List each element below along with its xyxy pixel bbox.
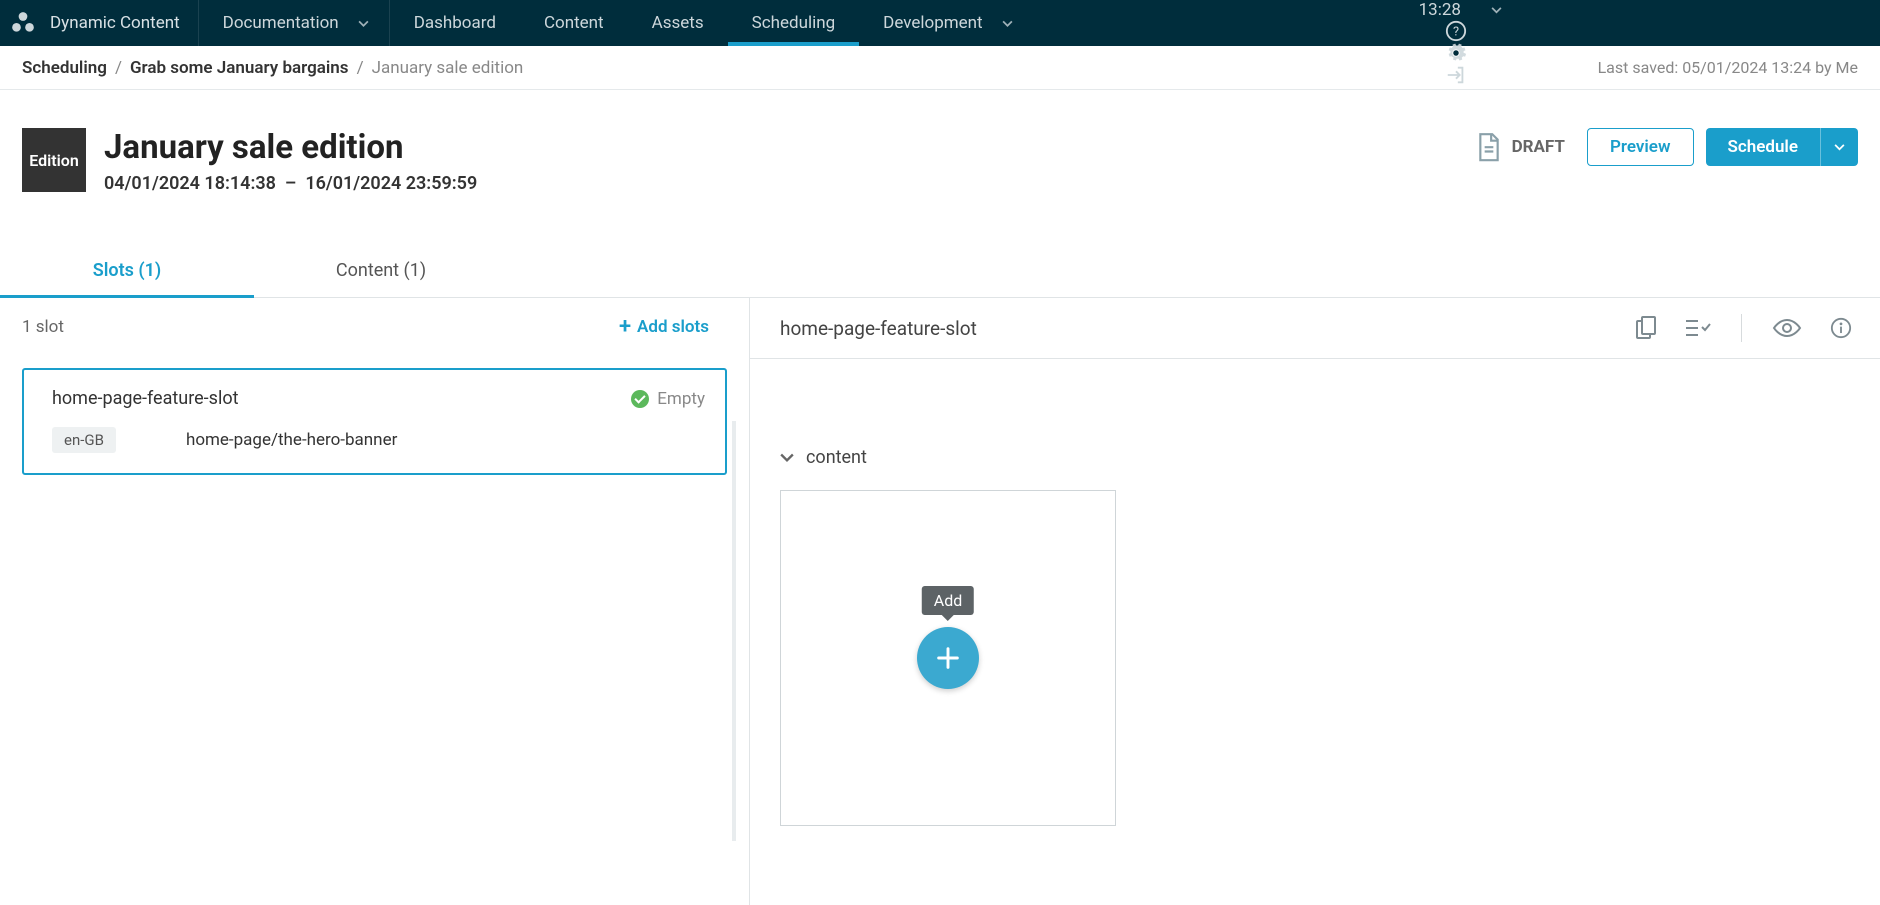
schedule-dropdown-toggle[interactable]	[1820, 128, 1858, 166]
brand: Dynamic Content	[0, 0, 199, 46]
content-section-toggle[interactable]: content	[780, 447, 1850, 468]
slot-locale-badge: en-GB	[52, 427, 116, 453]
plus-icon: +	[619, 316, 631, 338]
info-icon	[1830, 317, 1852, 339]
top-navbar: Dynamic Content Documentation Dashboard …	[0, 0, 1880, 46]
edition-title: January sale edition	[104, 128, 477, 167]
slot-status: Empty	[631, 389, 705, 409]
nav-assets[interactable]: Assets	[628, 0, 728, 46]
slot-detail-header: home-page-feature-slot	[750, 298, 1880, 359]
slot-card[interactable]: home-page-feature-slot Empty en-GB home-…	[22, 368, 727, 475]
edition-header: Edition January sale edition 04/01/2024 …	[0, 90, 1880, 194]
nav-documentation[interactable]: Documentation	[199, 0, 390, 46]
clock-time: 13:28	[1419, 0, 1461, 20]
slot-count: 1 slot	[22, 317, 64, 337]
help-icon: ?	[1445, 20, 1467, 42]
edition-actions: DRAFT Preview Schedule	[1476, 128, 1858, 166]
divider	[1741, 314, 1742, 342]
edition-date-sep: –	[285, 173, 296, 194]
nav-scheduling-label: Scheduling	[752, 13, 836, 33]
edition-end: 16/01/2024 23:59:59	[305, 173, 477, 194]
breadcrumb-separator: /	[115, 58, 122, 78]
help-button[interactable]: ?	[1432, 20, 1480, 42]
slots-list-header: 1 slot + Add slots	[0, 298, 749, 356]
nav-content[interactable]: Content	[520, 0, 628, 46]
nav-scheduling[interactable]: Scheduling	[728, 0, 860, 46]
slot-status-label: Empty	[657, 389, 705, 409]
settings-button[interactable]	[1432, 42, 1480, 64]
brand-name: Dynamic Content	[50, 13, 180, 33]
section-rail	[732, 421, 736, 841]
edition-status-label: DRAFT	[1512, 137, 1565, 157]
nav-assets-label: Assets	[652, 13, 704, 33]
logout-button[interactable]	[1432, 64, 1480, 86]
breadcrumb-current: January sale edition	[372, 58, 524, 78]
slot-name: home-page-feature-slot	[52, 388, 238, 409]
last-saved-text: Last saved: 05/01/2024 13:24 by Me	[1598, 58, 1858, 77]
checklist-button[interactable]	[1685, 318, 1711, 338]
slot-detail-actions	[1635, 314, 1852, 342]
nav-development[interactable]: Development	[859, 0, 1032, 46]
brand-logo-icon	[10, 10, 36, 36]
slot-detail-panel: home-page-feature-slot	[750, 298, 1880, 905]
visibility-button[interactable]	[1772, 318, 1802, 338]
slot-detail-body: content Add	[750, 359, 1880, 854]
clock-dropdown[interactable]: 13:28	[1395, 0, 1518, 20]
chevron-down-icon	[780, 453, 794, 463]
nav-content-label: Content	[544, 13, 604, 33]
tab-content[interactable]: Content (1)	[254, 244, 508, 297]
nav-dashboard-label: Dashboard	[414, 13, 496, 33]
edition-titles: January sale edition 04/01/2024 18:14:38…	[104, 128, 477, 194]
tab-slots[interactable]: Slots (1)	[0, 244, 254, 297]
main-split: 1 slot + Add slots home-page-feature-slo…	[0, 298, 1880, 905]
edition-chip: Edition	[22, 128, 86, 192]
copy-icon	[1635, 316, 1657, 340]
chevron-down-icon	[1834, 144, 1845, 151]
content-dropzone: Add	[780, 490, 1116, 826]
breadcrumb-event[interactable]: Grab some January bargains	[130, 58, 349, 78]
svg-text:?: ?	[1453, 25, 1459, 40]
add-slots-button[interactable]: + Add slots	[619, 316, 709, 338]
slot-path: home-page/the-hero-banner	[186, 430, 397, 450]
document-icon	[1476, 132, 1502, 162]
breadcrumb-root[interactable]: Scheduling	[22, 58, 107, 78]
edition-dates: 04/01/2024 18:14:38 – 16/01/2024 23:59:5…	[104, 173, 477, 194]
schedule-button-group: Schedule	[1706, 128, 1859, 166]
logout-icon	[1445, 64, 1467, 86]
slots-panel: 1 slot + Add slots home-page-feature-slo…	[0, 298, 750, 905]
add-content-button[interactable]: Add	[917, 627, 979, 689]
preview-button[interactable]: Preview	[1587, 128, 1694, 166]
topbar-right: 13:28 ?	[1033, 0, 1880, 46]
gear-icon	[1445, 42, 1467, 64]
plus-icon	[934, 644, 962, 672]
nav-development-label: Development	[883, 13, 982, 33]
chevron-down-icon	[358, 20, 369, 27]
breadcrumb-separator: /	[357, 58, 364, 78]
check-circle-icon	[631, 390, 649, 408]
chevron-down-icon	[1002, 20, 1013, 27]
eye-icon	[1772, 318, 1802, 338]
content-section-label: content	[806, 447, 867, 468]
nav-dashboard[interactable]: Dashboard	[390, 0, 520, 46]
nav-documentation-label: Documentation	[223, 13, 339, 33]
slot-detail-title: home-page-feature-slot	[780, 317, 977, 340]
breadcrumb: Scheduling / Grab some January bargains …	[0, 46, 1880, 90]
edition-status: DRAFT	[1476, 132, 1565, 162]
add-slots-label: Add slots	[637, 317, 709, 337]
info-button[interactable]	[1830, 317, 1852, 339]
edition-tabs: Slots (1) Content (1)	[0, 244, 1880, 298]
chevron-down-icon	[1491, 7, 1502, 14]
copy-button[interactable]	[1635, 316, 1657, 340]
edition-start: 04/01/2024 18:14:38	[104, 173, 276, 194]
schedule-button[interactable]: Schedule	[1706, 128, 1821, 166]
checklist-icon	[1685, 318, 1711, 338]
add-tooltip: Add	[922, 586, 974, 615]
